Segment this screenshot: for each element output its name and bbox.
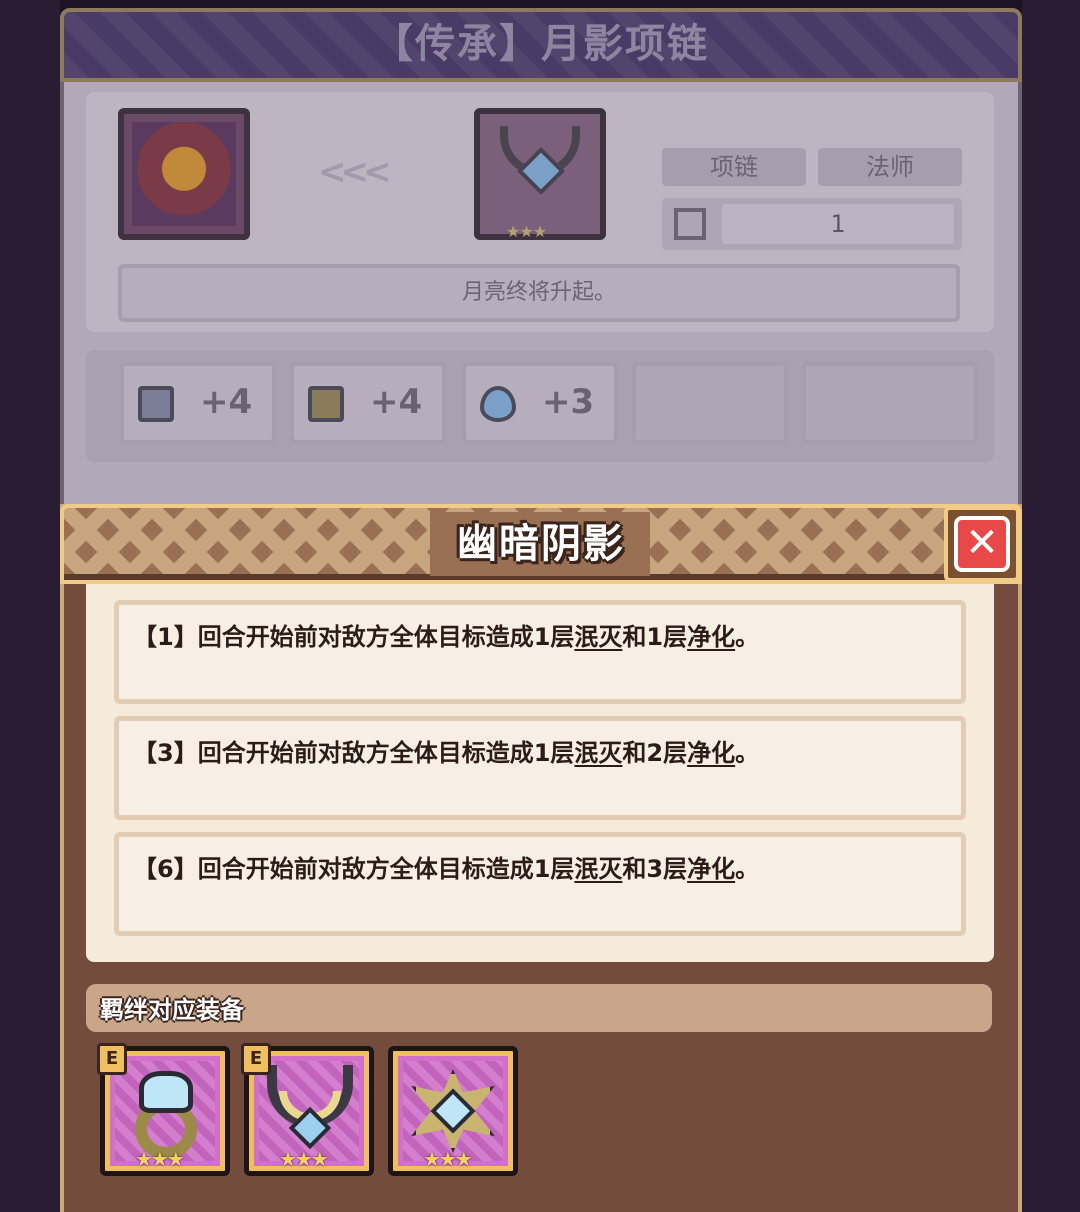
equipment-slot-amulet[interactable]: ★★★ (388, 1046, 518, 1176)
stat-water: +3 (462, 362, 618, 444)
bond-effect-text: 【1】回合开始前对敌方全体目标造成1层泯灭和1层净化。 (133, 617, 759, 652)
term-link-obliterate[interactable]: 泯灭 (574, 855, 622, 883)
term-link-obliterate[interactable]: 泯灭 (574, 739, 622, 767)
hero-portrait-image (132, 122, 236, 226)
item-stars: ★★★ (506, 222, 547, 241)
effect-text-prefix: 【3】回合开始前对敌方全体目标造成1层 (133, 739, 575, 767)
equipped-badge: E (241, 1043, 271, 1075)
equipment-stars: ★★★ (135, 1147, 185, 1171)
arrows-left-icon: <<< (318, 152, 391, 192)
bond-effect-text: 【6】回合开始前对敌方全体目标造成1层泯灭和3层净化。 (133, 849, 759, 884)
boot-icon (308, 386, 344, 422)
necklace-item-icon[interactable] (474, 108, 606, 240)
effect-text-suffix: 。 (735, 855, 760, 883)
bond-dialog-title: 幽暗阴影 (457, 521, 625, 567)
stat-water-value: +3 (542, 382, 595, 422)
effect-text-prefix: 【6】回合开始前对敌方全体目标造成1层 (133, 855, 575, 883)
term-link-purify[interactable]: 净化 (687, 855, 735, 883)
effect-text-prefix: 【1】回合开始前对敌方全体目标造成1层 (133, 623, 575, 651)
close-button[interactable]: ✕ (944, 506, 1020, 582)
item-count-value: 1 (722, 204, 954, 244)
stat-empty-slot (632, 362, 788, 444)
equipment-stars: ★★★ (423, 1147, 473, 1171)
equipment-stars: ★★★ (279, 1147, 329, 1171)
effect-text-suffix: 。 (735, 739, 760, 767)
grid-icon (674, 208, 706, 240)
tag-mage: 法师 (818, 148, 962, 186)
item-description: 月亮终将升起。 (118, 264, 960, 322)
effect-text-mid: 和1层 (622, 623, 688, 651)
bond-effect-row: 【1】回合开始前对敌方全体目标造成1层泯灭和1层净化。 (114, 600, 966, 704)
bond-equipment-label: 羁绊对应装备 (100, 996, 244, 1024)
stat-book: +4 (120, 362, 276, 444)
equipped-badge: E (97, 1043, 127, 1075)
term-link-purify[interactable]: 净化 (687, 739, 735, 767)
bond-effect-text: 【3】回合开始前对敌方全体目标造成1层泯灭和2层净化。 (133, 733, 759, 768)
item-title: 【传承】月影项链 (373, 21, 709, 67)
bond-effect-row: 【6】回合开始前对敌方全体目标造成1层泯灭和3层净化。 (114, 832, 966, 936)
book-icon (138, 386, 174, 422)
effect-text-mid: 和2层 (622, 739, 688, 767)
stat-boot-value: +4 (370, 382, 423, 422)
stat-book-value: +4 (200, 382, 253, 422)
tag-necklace: 项链 (662, 148, 806, 186)
background-right-edge (1022, 0, 1080, 1212)
effect-text-suffix: 。 (735, 623, 760, 651)
stat-empty-slot (802, 362, 978, 444)
equipment-slot-ring[interactable]: E ★★★ (97, 1043, 230, 1176)
stat-boot: +4 (290, 362, 446, 444)
background-left-edge (0, 0, 60, 1212)
term-link-purify[interactable]: 净化 (687, 623, 735, 651)
water-drop-icon (480, 386, 516, 422)
effect-text-mid: 和3层 (622, 855, 688, 883)
ring-gem-icon (139, 1071, 193, 1113)
bond-effect-row: 【3】回合开始前对敌方全体目标造成1层泯灭和2层净化。 (114, 716, 966, 820)
term-link-obliterate[interactable]: 泯灭 (574, 623, 622, 651)
equipment-slot-necklace[interactable]: E ★★★ (241, 1043, 374, 1176)
item-count-field: 1 (662, 198, 962, 250)
hero-portrait[interactable] (118, 108, 250, 240)
close-icon: ✕ (954, 516, 1010, 572)
